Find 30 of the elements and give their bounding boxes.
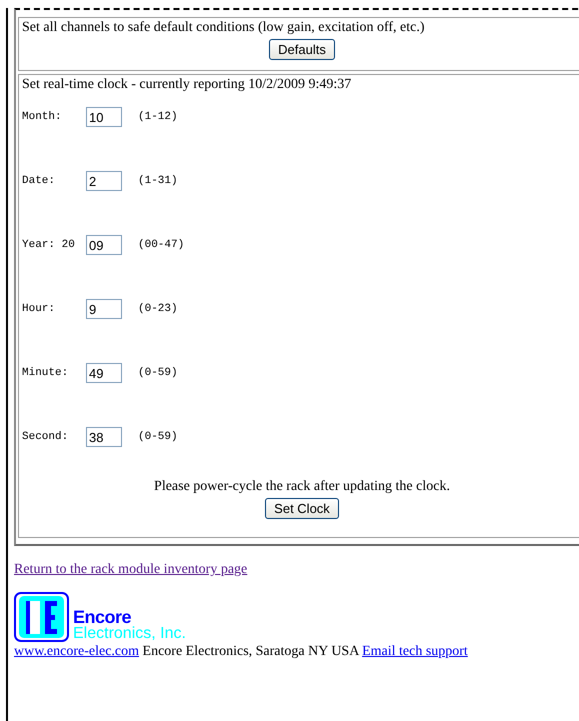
field-label: Year: 20 <box>22 239 76 251</box>
field-label: Date: <box>22 175 56 187</box>
logo-title: Encore <box>73 608 132 626</box>
range-hint: (0-23) <box>138 303 178 315</box>
input-field[interactable]: 09 <box>86 235 122 255</box>
input-field[interactable]: 38 <box>86 427 122 447</box>
note-text: Please power-cycle the rack after updating the clock. <box>153 478 451 495</box>
input-field[interactable]: 9 <box>86 299 122 319</box>
range-hint: (0-59) <box>138 431 178 443</box>
field-label: Second: <box>22 431 70 443</box>
range-hint: (1-12) <box>138 111 178 123</box>
field-label: Minute: <box>22 367 70 379</box>
footer-text: Encore Electronics, Saratoga NY USA <box>142 644 360 659</box>
range-hint: (00-47) <box>138 239 184 251</box>
email-link[interactable]: Email tech support <box>362 644 468 659</box>
logo-subtitle: Electronics, Inc. <box>73 626 186 642</box>
input-field[interactable]: 10 <box>86 107 122 127</box>
field-label: Hour: <box>22 303 56 315</box>
return-link[interactable]: Return to the rack module inventory page <box>14 562 248 577</box>
logo-icon <box>14 592 69 642</box>
field-label: Month: <box>22 111 63 123</box>
website-link[interactable]: www.encore-elec.com <box>14 644 140 659</box>
description-text: Set all channels to safe default conditions (low gain, excitation off, etc.) <box>22 20 426 36</box>
range-hint: (1-31) <box>138 175 178 187</box>
input-field[interactable]: 49 <box>86 363 122 383</box>
defaults-button[interactable]: Defaults <box>269 39 335 60</box>
input-field[interactable]: 2 <box>86 171 122 191</box>
clock-title: Set real-time clock - currently reporting 10/2/2009 9:49:37 <box>22 77 352 93</box>
range-hint: (0-59) <box>138 367 178 379</box>
set-clock-button[interactable]: Set Clock <box>265 498 339 519</box>
